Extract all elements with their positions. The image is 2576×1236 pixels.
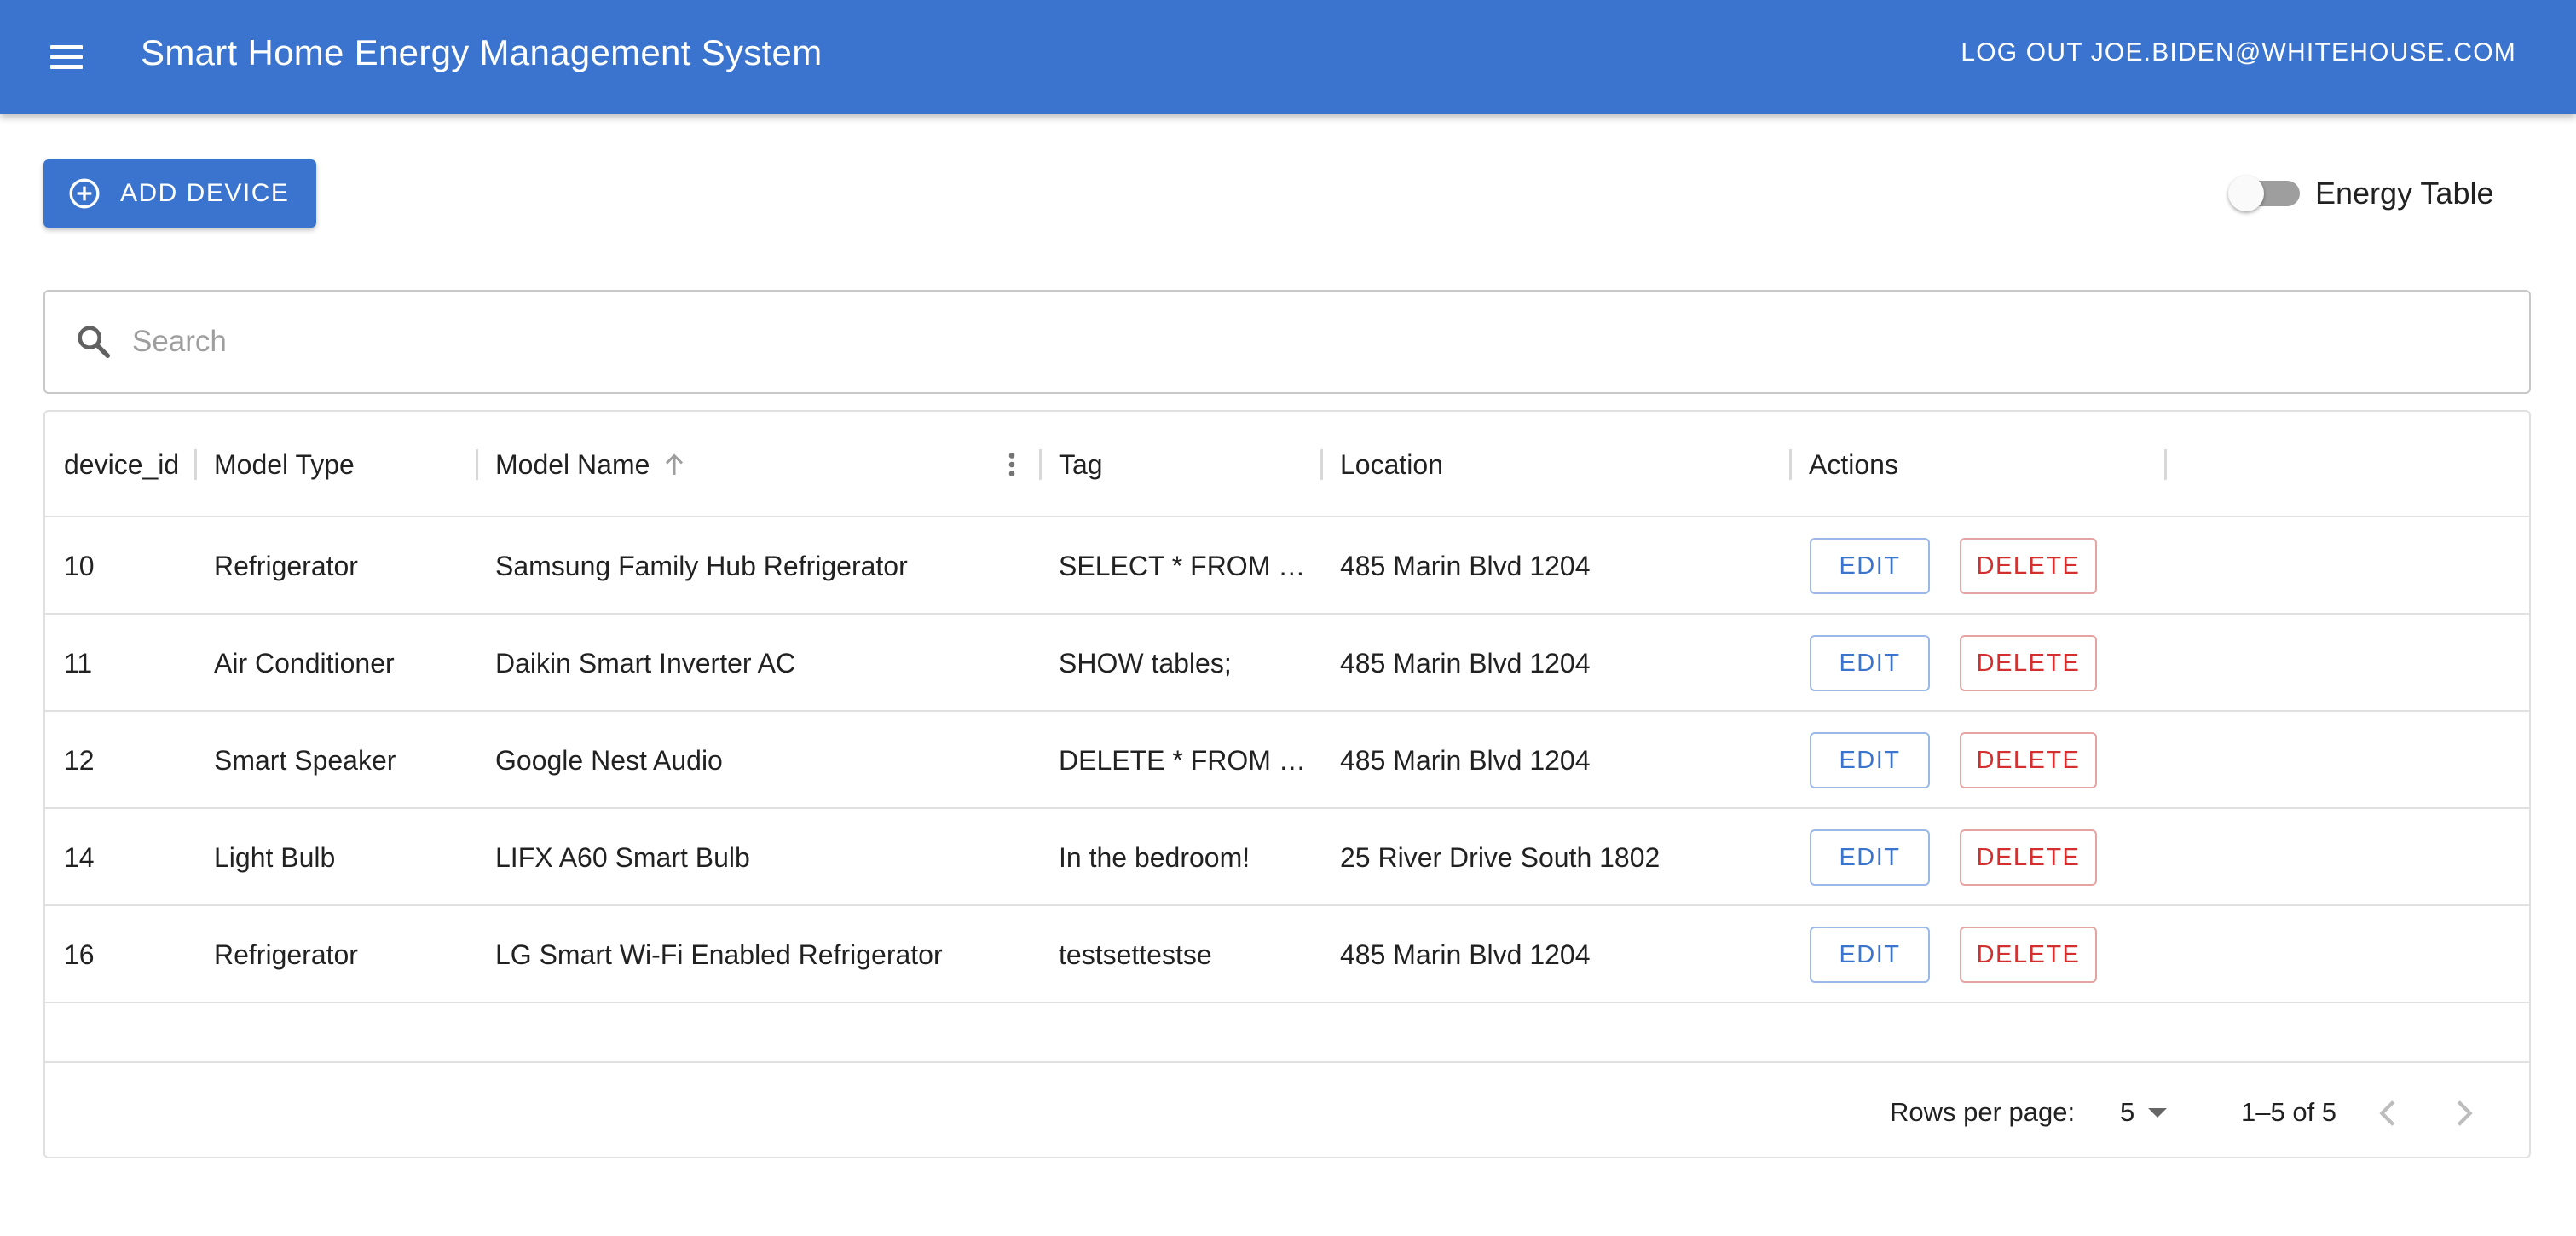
edit-button[interactable]: EDIT: [1810, 829, 1930, 886]
menu-icon[interactable]: [41, 32, 92, 83]
cell-device-id: 16: [64, 939, 95, 970]
delete-button[interactable]: DELETE: [1960, 829, 2097, 886]
delete-button[interactable]: DELETE: [1960, 635, 2097, 691]
edit-button[interactable]: EDIT: [1810, 538, 1930, 594]
column-separator[interactable]: [2164, 449, 2167, 480]
cell-model-name: Daikin Smart Inverter AC: [495, 648, 796, 679]
search-input[interactable]: [132, 325, 2434, 359]
search-bar: [43, 290, 2531, 394]
column-separator[interactable]: [1789, 449, 1792, 480]
add-device-button[interactable]: ADD DEVICE: [43, 159, 316, 228]
cell-model-type: Refrigerator: [214, 551, 358, 581]
chevron-left-icon[interactable]: [2369, 1094, 2408, 1133]
cell-model-name: LIFX A60 Smart Bulb: [495, 842, 750, 873]
table-row[interactable]: 10 Refrigerator Samsung Family Hub Refri…: [45, 517, 2529, 615]
app-bar: Smart Home Energy Management System LOG …: [0, 0, 2576, 114]
sort-arrow-up-icon[interactable]: [659, 449, 690, 480]
cell-model-type: Light Bulb: [214, 842, 336, 873]
cell-device-id: 12: [64, 745, 95, 776]
rows-per-page-select[interactable]: 5: [2120, 1063, 2168, 1157]
cell-tag: SHOW tables;: [1059, 648, 1232, 679]
caret-down-icon: [2148, 1107, 2168, 1118]
cell-model-name: Samsung Family Hub Refrigerator: [495, 551, 908, 581]
devices-table: device_id Model Type Model Name Tag Loca…: [43, 410, 2531, 1158]
column-separator[interactable]: [194, 449, 197, 480]
cell-location: 485 Marin Blvd 1204: [1340, 551, 1591, 581]
chevron-right-icon[interactable]: [2444, 1094, 2483, 1133]
cell-model-name: Google Nest Audio: [495, 745, 723, 776]
rows-per-page-value: 5: [2120, 1097, 2135, 1127]
cell-device-id: 11: [64, 648, 93, 679]
edit-button[interactable]: EDIT: [1810, 927, 1930, 983]
add-circle-icon: [69, 178, 100, 209]
cell-location: 485 Marin Blvd 1204: [1340, 939, 1591, 970]
cell-tag: SELECT * FROM …: [1059, 551, 1306, 581]
toggle-thumb: [2228, 176, 2264, 211]
add-device-label: ADD DEVICE: [120, 179, 290, 207]
cell-tag: DELETE * FROM …: [1059, 745, 1306, 776]
column-header-actions: Actions: [1809, 449, 1898, 480]
table-row[interactable]: 11 Air Conditioner Daikin Smart Inverter…: [45, 615, 2529, 712]
cell-model-type: Refrigerator: [214, 939, 358, 970]
cell-model-type: Air Conditioner: [214, 648, 395, 679]
cell-location: 485 Marin Blvd 1204: [1340, 648, 1591, 679]
column-separator[interactable]: [1320, 449, 1323, 480]
cell-location: 25 River Drive South 1802: [1340, 842, 1661, 873]
column-separator[interactable]: [1039, 449, 1042, 480]
table-header: device_id Model Type Model Name Tag Loca…: [45, 412, 2529, 517]
energy-table-toggle[interactable]: [2227, 170, 2303, 217]
column-header-model-name[interactable]: Model Name: [495, 412, 650, 517]
table-pagination: Rows per page: 5 1–5 of 5: [45, 1061, 2529, 1157]
delete-button[interactable]: DELETE: [1960, 732, 2097, 788]
table-row[interactable]: 16 Refrigerator LG Smart Wi-Fi Enabled R…: [45, 906, 2529, 1003]
cell-location: 485 Marin Blvd 1204: [1340, 745, 1591, 776]
cell-device-id: 14: [64, 842, 95, 873]
edit-button[interactable]: EDIT: [1810, 732, 1930, 788]
cell-device-id: 10: [64, 551, 95, 581]
cell-tag: testsettestse: [1059, 939, 1212, 970]
column-header-device-id[interactable]: device_id: [64, 412, 179, 517]
logout-button[interactable]: LOG OUT JOE.BIDEN@WHITEHOUSE.COM: [1961, 0, 2516, 114]
delete-button[interactable]: DELETE: [1960, 538, 2097, 594]
table-row[interactable]: 14 Light Bulb LIFX A60 Smart Bulb In the…: [45, 809, 2529, 906]
cell-tag: In the bedroom!: [1059, 842, 1250, 873]
energy-table-toggle-group: Energy Table: [2227, 170, 2493, 217]
edit-button[interactable]: EDIT: [1810, 635, 1930, 691]
pagination-range: 1–5 of 5: [2241, 1097, 2337, 1127]
energy-table-label: Energy Table: [2315, 176, 2494, 211]
rows-per-page-label: Rows per page:: [1890, 1097, 2076, 1127]
column-header-location[interactable]: Location: [1340, 412, 1443, 517]
column-separator[interactable]: [476, 449, 478, 480]
cell-model-type: Smart Speaker: [214, 745, 396, 776]
more-vert-icon[interactable]: [996, 449, 1027, 480]
cell-model-name: LG Smart Wi-Fi Enabled Refrigerator: [495, 939, 943, 970]
column-header-model-type[interactable]: Model Type: [214, 412, 355, 517]
app-title: Smart Home Energy Management System: [141, 32, 823, 72]
delete-button[interactable]: DELETE: [1960, 927, 2097, 983]
column-header-tag[interactable]: Tag: [1059, 412, 1103, 517]
search-icon: [78, 326, 110, 358]
table-row[interactable]: 12 Smart Speaker Google Nest Audio DELET…: [45, 712, 2529, 809]
